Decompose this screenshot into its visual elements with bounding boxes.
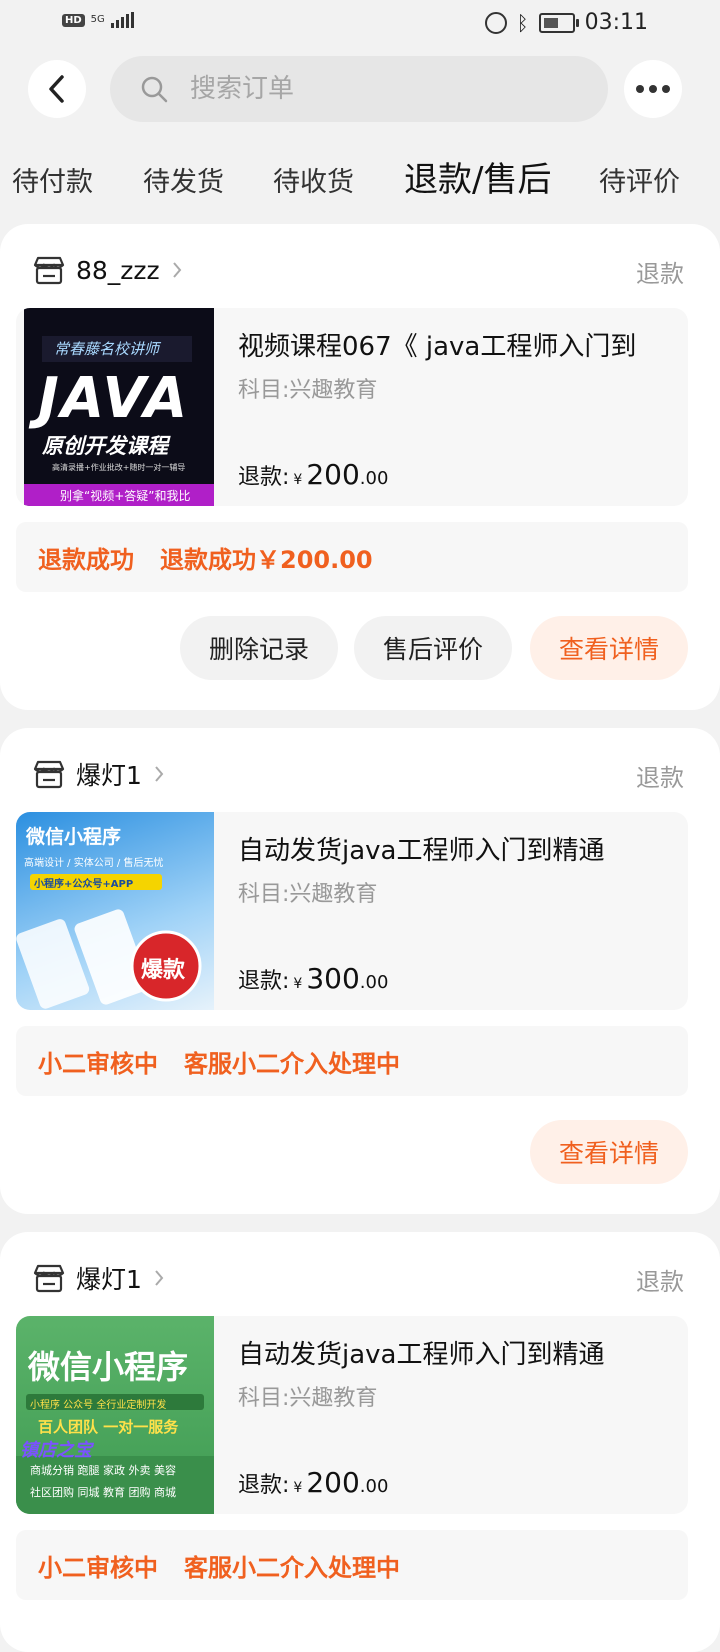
shop-icon: [33, 1264, 65, 1293]
thumb-tags: 小程序 公众号 全行业定制开发: [30, 1400, 167, 1411]
shop-icon: [33, 256, 65, 285]
thumb-row2: 社区团购 同城 教育 团购 商城: [30, 1486, 176, 1499]
product-title: 自动发货java工程师入门到精通: [238, 1340, 605, 1370]
shop-link[interactable]: 爆灯1: [32, 754, 164, 794]
hd-icon: HD: [62, 13, 85, 27]
thumb-title: 微信小程序: [26, 826, 122, 848]
progress-state: 小二审核中: [38, 1049, 158, 1078]
delete-record-button[interactable]: 删除记录: [180, 616, 338, 680]
progress-state: 小二审核中: [38, 1553, 158, 1582]
progress-detail: 客服小二介入处理中: [184, 1049, 400, 1078]
shop-name: 爆灯1: [76, 761, 142, 790]
refund-amount: 退款: ¥ 300 .00: [238, 962, 388, 995]
order-status: 退款: [636, 260, 684, 288]
view-details-button[interactable]: 查看详情: [530, 1120, 688, 1184]
back-button[interactable]: [28, 60, 86, 118]
status-right: ᛒ 03:11: [484, 10, 648, 35]
thumb-headline: JAVA: [38, 366, 190, 431]
product-subject: 科目:兴趣教育: [238, 882, 378, 907]
thumb-badge: 爆款: [141, 958, 186, 983]
refund-label: 退款:: [238, 969, 290, 994]
network-label: 5G: [90, 14, 105, 25]
tab-pending-shipment[interactable]: 待发货: [143, 160, 224, 199]
chevron-right-icon: [155, 1270, 164, 1286]
more-button[interactable]: [624, 60, 682, 118]
shop-icon: [33, 760, 65, 789]
refund-amount: 退款: ¥ 200 .00: [238, 458, 388, 491]
product-subject: 科目:兴趣教育: [238, 378, 378, 403]
amount-decimal: .00: [359, 972, 389, 993]
back-arrow-icon: [49, 75, 64, 103]
search-icon: [141, 76, 168, 103]
progress-state: 退款成功: [38, 545, 134, 574]
view-details-button[interactable]: 查看详情: [530, 616, 688, 680]
refund-label: 退款:: [238, 465, 290, 490]
aftersale-review-button[interactable]: 售后评价: [354, 616, 512, 680]
product-thumbnail: 常春藤名校讲师 JAVA 原创开发课程 高清录播+作业批改+随时一对一辅导 别拿…: [24, 308, 214, 506]
product-title: 视频课程067《 java工程师入门到: [238, 332, 637, 362]
product-thumbnail: 微信小程序 小程序 公众号 全行业定制开发 百人团队 一对一服务 镇店之宝 商城…: [16, 1316, 214, 1514]
product-item[interactable]: 常春藤名校讲师 JAVA 原创开发课程 高清录播+作业批改+随时一对一辅导 别拿…: [16, 308, 688, 506]
alarm-icon: [484, 11, 507, 34]
currency-symbol: ¥: [293, 1480, 303, 1496]
refund-progress[interactable]: 小二审核中 客服小二介入处理中: [16, 1530, 688, 1600]
progress-detail: 客服小二介入处理中: [184, 1553, 400, 1582]
product-item[interactable]: 微信小程序 小程序 公众号 全行业定制开发 百人团队 一对一服务 镇店之宝 商城…: [16, 1316, 688, 1514]
amount-decimal: .00: [359, 1476, 389, 1497]
tab-pending-receipt[interactable]: 待收货: [273, 160, 354, 199]
product-thumbnail: 微信小程序 高端设计 / 实体公司 / 售后无忧 小程序+公众号+APP 爆款: [16, 812, 214, 1010]
signal-icon: [110, 12, 134, 28]
refund-amount: 退款: ¥ 200 .00: [238, 1466, 388, 1499]
progress-detail: 退款成功￥200.00: [160, 545, 373, 574]
clock-time: 03:11: [584, 10, 648, 35]
thumb-line: 高清录播+作业批改+随时一对一辅导: [52, 463, 186, 472]
status-bar: HD 5G ᛒ 03:11: [0, 0, 720, 48]
shop-name: 爆灯1: [76, 1265, 142, 1294]
product-title: 自动发货java工程师入门到精通: [238, 836, 605, 866]
chevron-right-icon: [155, 766, 164, 782]
amount-decimal: .00: [359, 468, 389, 489]
refund-progress[interactable]: 小二审核中 客服小二介入处理中: [16, 1026, 688, 1096]
bluetooth-icon: ᛒ: [516, 10, 529, 35]
thumb-line2: 小程序+公众号+APP: [34, 879, 134, 890]
amount-integer: 300: [306, 962, 360, 995]
amount-integer: 200: [306, 458, 360, 491]
order-card: 爆灯1 退款 微信小程序 高端设计 / 实体公司 / 售后无忧 小程序+公众号+…: [0, 728, 720, 1214]
product-subject: 科目:兴趣教育: [238, 1386, 378, 1411]
thumb-tag: 常春藤名校讲师: [54, 340, 160, 358]
chevron-right-icon: [172, 262, 182, 278]
shop-link[interactable]: 88_zzz: [32, 250, 182, 290]
order-tabs: 待付款 待发货 待收货 退款/售后 待评价: [0, 152, 720, 206]
more-dot: [649, 85, 657, 93]
thumb-title: 微信小程序: [28, 1348, 189, 1386]
currency-symbol: ¥: [293, 976, 303, 992]
product-item[interactable]: 微信小程序 高端设计 / 实体公司 / 售后无忧 小程序+公众号+APP 爆款 …: [16, 812, 688, 1010]
thumb-subtitle: 原创开发课程: [42, 434, 168, 458]
thumb-brand: 镇店之宝: [20, 1440, 92, 1461]
status-left: HD 5G: [62, 12, 134, 28]
tab-pending-review[interactable]: 待评价: [599, 160, 680, 199]
shop-link[interactable]: 爆灯1: [32, 1258, 164, 1298]
order-card: 88_zzz 退款 常春藤名校讲师 JAVA 原创开发课程 高清录播+作业批改+…: [0, 224, 720, 710]
search-input[interactable]: [188, 73, 572, 105]
battery-icon: [538, 12, 579, 33]
refund-progress[interactable]: 退款成功 退款成功￥200.00: [16, 522, 688, 592]
amount-integer: 200: [306, 1466, 360, 1499]
thumb-row1: 商城分销 跑腿 家政 外卖 美容: [30, 1464, 176, 1477]
thumb-team: 百人团队 一对一服务: [38, 1418, 179, 1436]
thumb-line1: 高端设计 / 实体公司 / 售后无忧: [24, 858, 164, 869]
top-bar: [0, 54, 720, 124]
order-card: 爆灯1 退款 微信小程序 小程序 公众号 全行业定制开发 百人团队 一对一服务 …: [0, 1232, 720, 1652]
order-status: 退款: [636, 1268, 684, 1296]
thumb-bottom: 别拿“视频+答疑”和我比: [60, 489, 191, 503]
tab-pending-payment[interactable]: 待付款: [12, 160, 93, 199]
order-status: 退款: [636, 764, 684, 792]
search-bar[interactable]: [110, 56, 608, 122]
shop-name: 88_zzz: [76, 255, 160, 285]
tab-refund-aftersale[interactable]: 退款/售后: [404, 152, 551, 201]
more-dot: [662, 85, 670, 93]
refund-label: 退款:: [238, 1473, 290, 1498]
more-dot: [636, 85, 644, 93]
currency-symbol: ¥: [293, 472, 303, 488]
